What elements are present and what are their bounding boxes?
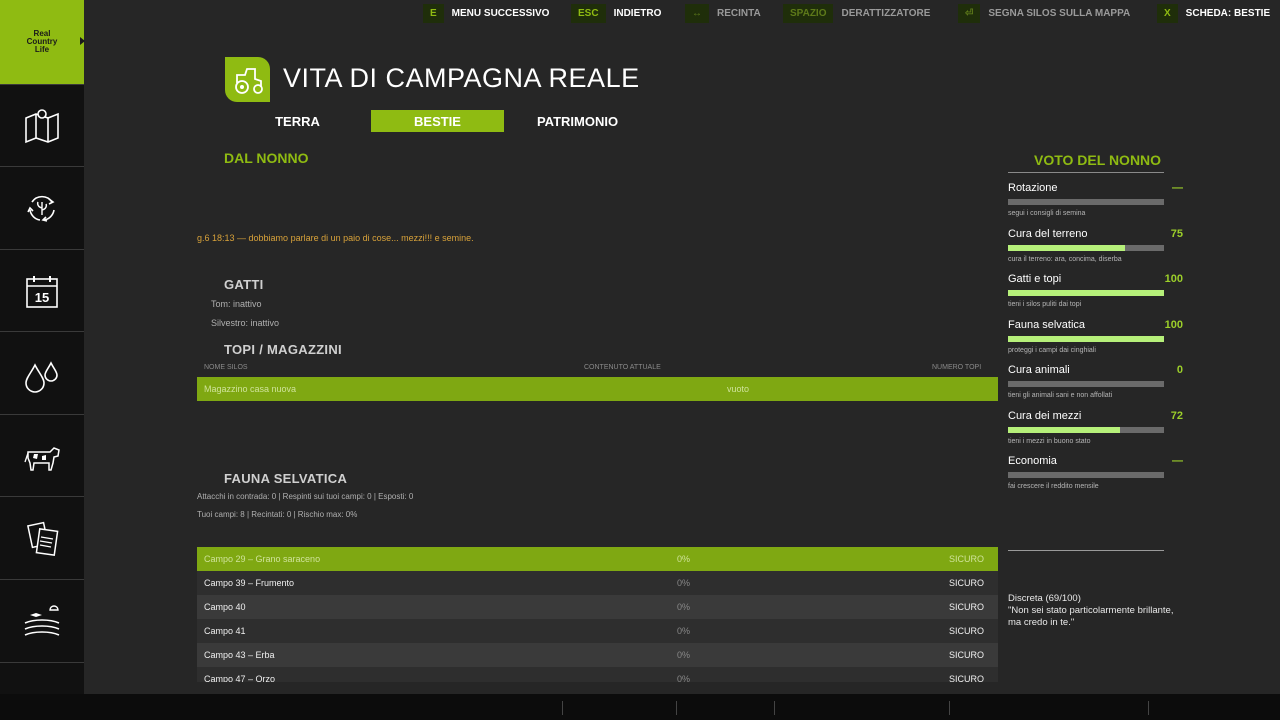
grades-verdict: Discreta (69/100) "Non sei stato partico… [1008,593,1178,629]
field-row[interactable]: Campo 39 – Frumento 0% SICURO [197,571,998,595]
field-status: SICURO [948,626,984,636]
field-row[interactable]: Campo 29 – Grano saraceno 0% SICURO [197,547,998,571]
grade-vehicle-care-label: Cura dei mezzi [1008,409,1082,422]
hint-divider [1148,701,1149,715]
grade-economy-value: — [1172,455,1183,467]
field-risk: 0% [677,602,691,612]
hint-back-key: ESC [571,4,606,23]
grade-vehicle-care-bar-fill [1008,426,1121,433]
grade-cats-mice-label: Gatti e topi [1008,273,1062,285]
hint-fence-label: RECINTA [717,8,761,19]
field-risk: 0% [677,650,691,660]
hint-next-menu-button[interactable]: E MENU SUCCESSIVO [423,4,549,23]
grades-title: VOTO DEL NONNO [1034,152,1162,168]
grade-soil-care-value: 75 [1170,227,1183,240]
grade-vehicle-care-value: 72 [1170,409,1183,422]
field-risk: 0% [677,626,691,636]
grade-vehicle-care-hint: tieni i mezzi in buono stato [1008,437,1091,445]
grade-animal-care-value: 0 [1176,364,1183,376]
grade-soil-care-bar [1008,244,1164,251]
field-name: Campo 29 – Grano saraceno [204,554,321,564]
grade-economy-hint: fai crescere il reddito mensile [1008,483,1099,490]
hint-next-menu-key: E [423,4,444,23]
grade-rotation-hint: segui i consigli di semina [1008,210,1086,217]
hint-mark-silos-label: SEGNA SILOS SULLA MAPPA [988,8,1131,19]
grade-economy-bar [1008,472,1164,478]
hint-divider [562,701,563,715]
grades-title-underline [1008,172,1164,173]
grade-animal-care-hint: tieni gli animali sani e non affollati [1008,392,1113,399]
grade-animal-care-bar [1008,381,1164,387]
grade-cats-mice-value: 100 [1164,273,1183,285]
field-name: Campo 47 – Orzo [204,674,276,682]
grade-cats-mice-hint: tieni i silos puliti dai topi [1008,301,1082,308]
hint-divider [774,701,775,715]
grade-rotation-label: Rotazione [1008,182,1058,194]
field-row[interactable]: Campo 41 0% SICURO [197,619,998,643]
field-status: SICURO [948,554,984,564]
hint-tab-bestie-key: X [1157,4,1178,23]
grade-soil-care-bar-fill [1008,244,1125,251]
verdict-score: Discreta (69/100) [1008,593,1081,604]
field-status: SICURO [948,578,984,588]
grades-separator [1008,550,1164,551]
field-risk: 0% [677,554,691,564]
grade-animal-care-label: Cura animali [1008,364,1070,376]
grade-soil-care-label: Cura del terreno [1008,227,1088,240]
field-status: SICURO [948,674,984,682]
grade-wildlife-hint: proteggi i campi dai cinghiali [1008,346,1096,354]
grade-wildlife-bar-fill [1008,335,1164,342]
hint-tab-bestie-button[interactable]: X SCHEDA: BESTIE [1157,4,1270,23]
field-risk: 0% [677,578,691,588]
hint-divider [949,701,950,715]
grade-vehicle-care-bar [1008,426,1164,433]
grade-soil-care-hint: cura il terreno: ara, concima, diserba [1008,255,1122,263]
field-row[interactable]: Campo 43 – Erba 0% SICURO [197,643,998,667]
field-row[interactable]: Campo 47 – Orzo 0% SICURO [197,667,998,682]
field-name: Campo 40 [204,602,246,612]
verdict-quote: "Non sei stato particolarmente brillante… [1008,605,1174,628]
grade-economy-label: Economia [1008,455,1057,467]
grade-rotation-value: — [1172,182,1183,194]
hint-mark-silos-button[interactable]: ⏎ SEGNA SILOS SULLA MAPPA [958,4,1130,23]
grade-rotation-bar [1008,199,1164,205]
hint-fence-key: ↔ [685,4,709,23]
grade-wildlife-bar [1008,335,1164,342]
field-row[interactable]: Campo 40 0% SICURO [197,595,998,619]
field-name: Campo 43 – Erba [204,650,275,660]
hint-fence-button[interactable]: ↔ RECINTA [685,4,761,23]
hint-back-label: INDIETRO [613,8,662,19]
field-name: Campo 41 [204,626,246,636]
grade-cats-mice-bar [1008,290,1164,296]
field-name: Campo 39 – Frumento [204,578,295,588]
hint-tab-bestie-label: SCHEDA: BESTIE [1185,8,1271,19]
grade-cats-mice-bar-fill [1008,290,1164,296]
hint-mark-silos-key: ⏎ [958,4,981,23]
hint-divider [676,701,677,715]
hint-derat-key: SPAZIO [783,4,834,23]
field-status: SICURO [948,602,984,612]
grade-wildlife-value: 100 [1164,318,1183,331]
hint-derat-label: DERATTIZZATORE [841,8,931,19]
hint-derat-button[interactable]: SPAZIO DERATTIZZATORE [783,4,930,23]
hint-back-button[interactable]: ESC INDIETRO [571,4,661,23]
field-status: SICURO [948,650,984,660]
rcl-menu-screen: { "logo": {"line1": "Real", "line2": "Co… [0,0,1280,720]
input-hints-bar [0,694,1280,720]
hint-next-menu-label: MENU SUCCESSIVO [451,8,550,19]
grade-wildlife-label: Fauna selvatica [1008,318,1086,331]
field-risk: 0% [677,674,691,682]
